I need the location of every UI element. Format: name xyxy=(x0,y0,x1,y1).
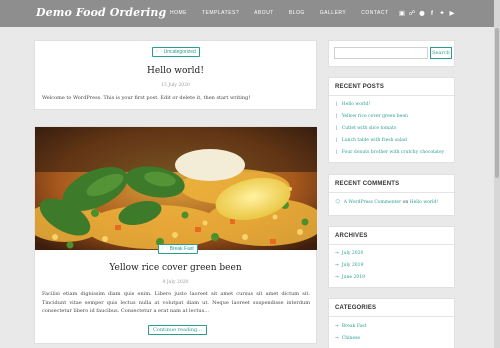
continue-reading-button[interactable]: Continue reading... xyxy=(148,325,207,335)
widget-divider xyxy=(329,192,454,193)
comment-post-link[interactable]: Hello world! xyxy=(410,200,438,205)
archive-link[interactable]: → July 2019 xyxy=(335,263,363,268)
post-card-yellow-rice: 🗁 Break Fast Yellow rice cover green bee… xyxy=(34,126,317,344)
recent-comments-widget: RECENT COMMENTS 🗨 A WordPress Commenter o… xyxy=(328,174,455,216)
post-excerpt: Facilisi etiam dignissim diam quis enim.… xyxy=(42,291,310,314)
pin-icon: ❘ xyxy=(335,138,339,143)
youtube-icon[interactable]: ▶ xyxy=(447,9,457,18)
twitter-icon[interactable]: ✦ xyxy=(437,9,447,18)
widget-divider xyxy=(329,244,454,245)
post-date: 15 July 2020 xyxy=(161,83,190,88)
pin-icon: ❘ xyxy=(335,126,339,131)
header-icons: ▣ ☍ ● f ✦ ▶ xyxy=(397,9,457,18)
scrollbar-thumb[interactable] xyxy=(495,28,499,178)
nav-gallery[interactable]: GALLERY xyxy=(320,10,346,16)
post-title[interactable]: Yellow rice cover green been xyxy=(35,263,316,273)
widget-divider xyxy=(329,316,454,317)
category-button[interactable]: 🗁 Break Fast xyxy=(158,244,198,254)
recent-post-link[interactable]: ❘ Lunch table with fresh salad xyxy=(335,138,407,143)
comment-on-text: on xyxy=(402,200,409,205)
food-photo xyxy=(35,127,317,250)
recent-comment: 🗨 A WordPress Commenter on Hello world! xyxy=(335,200,438,205)
recent-post-label: Lunch table with fresh salad xyxy=(341,138,407,143)
category-label: Uncategorized xyxy=(163,49,196,55)
user-icon[interactable]: ● xyxy=(417,9,427,18)
archive-link[interactable]: → June 2019 xyxy=(335,275,365,280)
arrow-right-icon: → xyxy=(335,251,339,256)
arrow-right-icon: → xyxy=(335,275,339,280)
archives-widget: ARCHIVES → July 2020 → July 2019 → June 201… xyxy=(328,226,455,288)
category-button[interactable]: 🗁 Uncategorized xyxy=(152,47,200,57)
search-widget: Search xyxy=(328,40,455,67)
recent-post-link[interactable]: ❘ Four donuts brother with crutchy chocol… xyxy=(335,150,444,155)
search-input[interactable] xyxy=(334,47,428,59)
folder-icon: 🗁 xyxy=(156,49,163,55)
site-title[interactable]: Demo Food Ordering xyxy=(36,6,166,19)
search-button[interactable]: Search xyxy=(430,47,452,59)
widget-title: CATEGORIES xyxy=(335,305,377,311)
pin-icon: ❘ xyxy=(335,114,339,119)
cart-icon[interactable]: ☍ xyxy=(407,9,417,18)
arrow-right-icon: → xyxy=(335,263,339,268)
category-label: Break Fast xyxy=(169,246,194,252)
arrow-right-icon: → xyxy=(335,336,339,341)
folder-icon: 🗁 xyxy=(162,246,169,252)
category-link[interactable]: → Break Fast xyxy=(335,324,366,329)
widget-title: RECENT COMMENTS xyxy=(335,181,400,187)
post-title[interactable]: Hello world! xyxy=(35,66,316,76)
archive-label: July 2019 xyxy=(341,263,364,268)
recent-posts-widget: RECENT POSTS ❘ Hello world! ❘ Yellow rice … xyxy=(328,77,455,163)
archive-link[interactable]: → July 2020 xyxy=(335,251,363,256)
recent-post-label: Yellow rice cover green been xyxy=(341,114,408,119)
nav-contact[interactable]: CONTACT xyxy=(361,10,388,16)
pin-icon: ❘ xyxy=(335,150,339,155)
widget-divider xyxy=(329,95,454,96)
comment-icon: 🗨 xyxy=(335,200,341,205)
nav-about[interactable]: ABOUT xyxy=(254,10,274,16)
post-featured-image[interactable] xyxy=(35,127,317,250)
page-scrollbar[interactable] xyxy=(494,0,500,348)
nav-blog[interactable]: BLOG xyxy=(289,10,305,16)
facebook-icon[interactable]: f xyxy=(427,9,437,18)
recent-post-link[interactable]: ❘ Hello world! xyxy=(335,102,370,107)
recent-post-label: Hello world! xyxy=(341,102,371,107)
nav-home[interactable]: HOME xyxy=(170,10,187,16)
arrow-right-icon: → xyxy=(335,324,339,329)
main-nav: HOME TEMPLATES? ABOUT BLOG GALLERY CONTA… xyxy=(170,10,404,16)
post-excerpt: Welcome to WordPress. This is your first… xyxy=(42,95,251,101)
archive-label: June 2019 xyxy=(341,275,365,280)
categories-widget: CATEGORIES → Break Fast → Chinese xyxy=(328,298,455,348)
pin-icon: ❘ xyxy=(335,102,339,107)
recent-post-label: Four donuts brother with crutchy chocola… xyxy=(341,150,445,155)
recent-post-link[interactable]: ❘ Yellow rice cover green been xyxy=(335,114,408,119)
category-link[interactable]: → Chinese xyxy=(335,336,360,341)
post-date: 9 July 2020 xyxy=(162,280,189,285)
comment-author-link[interactable]: A WordPress Commenter xyxy=(344,200,402,205)
bag-icon[interactable]: ▣ xyxy=(397,9,407,18)
recent-post-link[interactable]: ❘ Cutlet with slice tomato xyxy=(335,126,397,131)
site-header: Demo Food Ordering HOME TEMPLATES? ABOUT… xyxy=(0,0,500,27)
widget-title: RECENT POSTS xyxy=(335,84,385,90)
archive-label: July 2020 xyxy=(341,251,364,256)
category-link-label: Chinese xyxy=(341,336,361,341)
widget-title: ARCHIVES xyxy=(335,233,368,239)
post-card-hello-world: 🗁 Uncategorized Hello world! 15 July 202… xyxy=(34,40,317,110)
nav-templates[interactable]: TEMPLATES? xyxy=(202,10,239,16)
recent-post-label: Cutlet with slice tomato xyxy=(341,126,397,131)
category-link-label: Break Fast xyxy=(341,324,367,329)
